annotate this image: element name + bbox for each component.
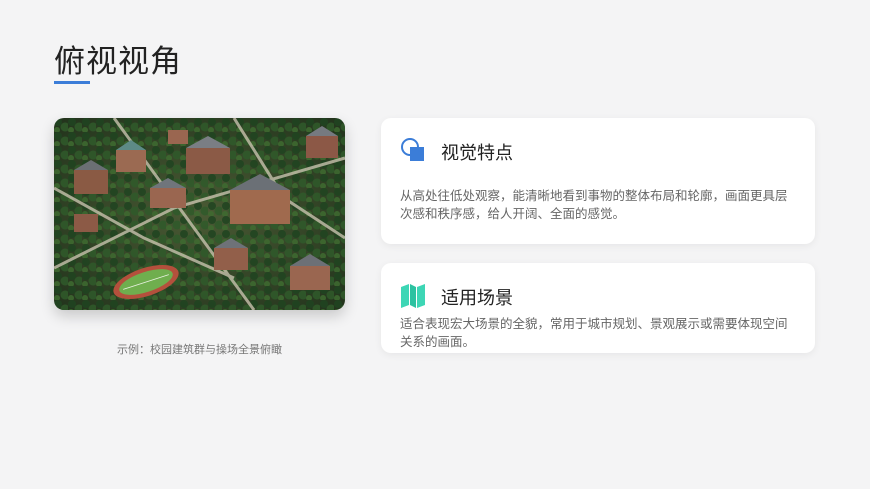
overlapping-shapes-icon [401,138,424,161]
card-body: 适合表现宏大场景的全貌，常用于城市规划、景观展示或需要体现空间关系的画面。 [400,316,788,349]
image-caption: 示例：校园建筑群与操场全景俯瞰 [117,343,282,356]
aerial-campus-photo [54,118,345,310]
visual-features-card: 视觉特点 从高处往低处观察，能清晰地看到事物的整体布局和轮廓，画面更具层次感和秩… [381,118,815,244]
card-heading: 适用场景 [441,288,513,309]
title-underline [54,81,90,84]
use-cases-card: 适用场景 适合表现宏大场景的全貌，常用于城市规划、景观展示或需要体现空间关系的画… [381,263,815,353]
page-title: 俯视视角 [54,44,182,80]
card-heading: 视觉特点 [441,143,513,164]
card-body: 从高处往低处观察，能清晰地看到事物的整体布局和轮廓，画面更具层次感和秩序感，给人… [400,188,788,221]
folded-map-icon [401,284,425,308]
